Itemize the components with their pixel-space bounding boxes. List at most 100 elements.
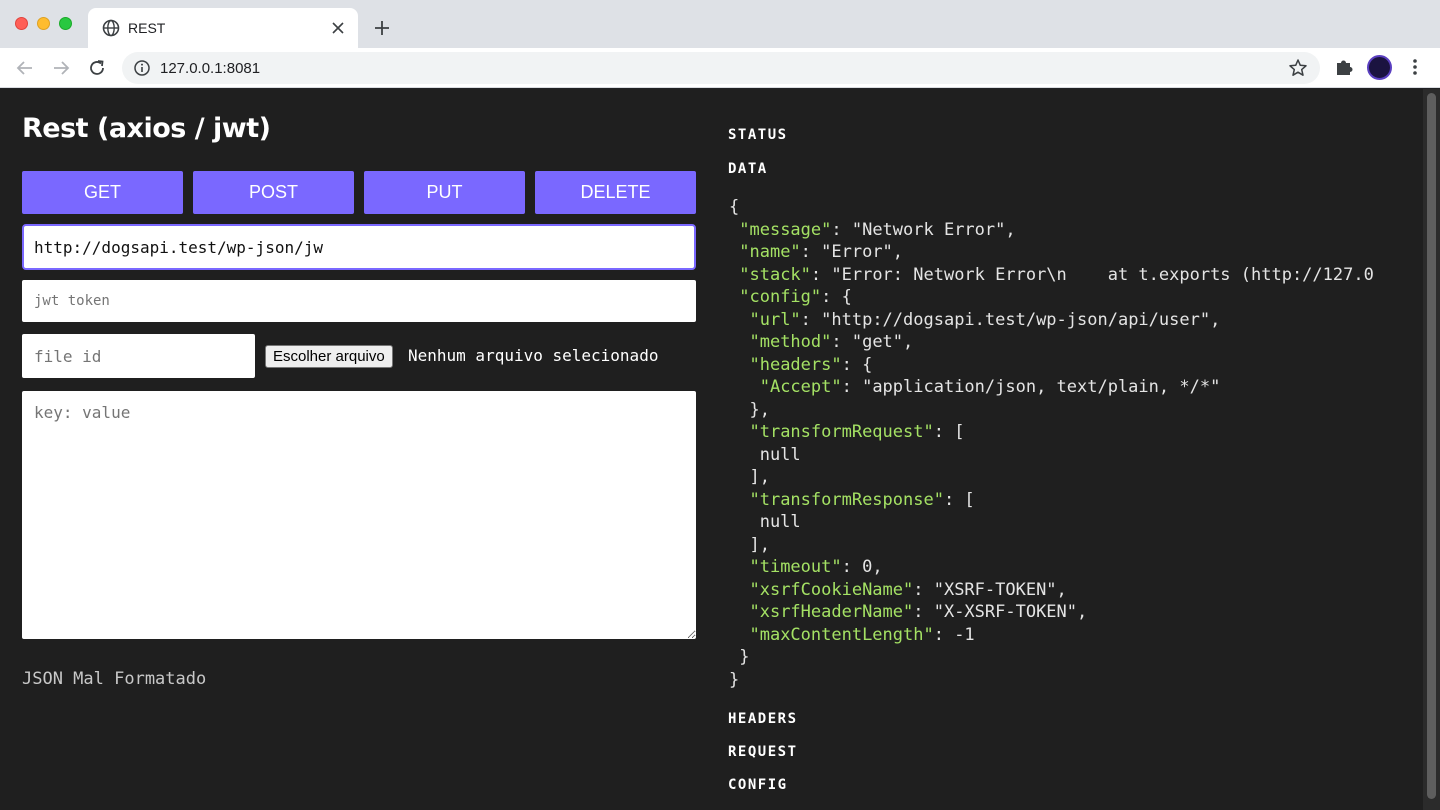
json-text bbox=[729, 377, 760, 397]
json-line: }, bbox=[729, 399, 1401, 422]
json-text bbox=[729, 310, 749, 330]
json-line: null bbox=[729, 444, 1401, 467]
browser-tab[interactable]: REST bbox=[88, 8, 358, 48]
put-button[interactable]: PUT bbox=[364, 171, 525, 214]
json-value: : { bbox=[841, 354, 873, 375]
json-line: { bbox=[729, 196, 1401, 219]
json-line: "xsrfCookieName": "XSRF-TOKEN", bbox=[729, 579, 1401, 602]
zoom-window-button[interactable] bbox=[59, 17, 72, 30]
plus-icon[interactable] bbox=[370, 16, 394, 40]
json-line: "url": "http://dogsapi.test/wp-json/api/… bbox=[729, 309, 1401, 332]
json-value: : { bbox=[821, 287, 852, 307]
json-text bbox=[729, 242, 739, 262]
choose-file-button[interactable]: Escolher arquivo bbox=[265, 345, 393, 368]
json-text bbox=[729, 625, 749, 645]
info-icon[interactable] bbox=[134, 60, 150, 76]
json-line: "stack": "Error: Network Error\n at t.ex… bbox=[729, 264, 1401, 287]
json-line: "timeout": 0, bbox=[729, 556, 1401, 579]
get-button[interactable]: GET bbox=[22, 171, 183, 214]
post-button[interactable]: POST bbox=[193, 171, 354, 214]
json-error-message: JSON Mal Formatado bbox=[22, 669, 207, 689]
arrow-right-icon[interactable] bbox=[49, 56, 73, 80]
json-value: : "X-XSRF-TOKEN", bbox=[913, 602, 1088, 622]
json-line: "transformResponse": [ bbox=[729, 489, 1401, 512]
json-key: "config" bbox=[739, 287, 822, 307]
kebab-menu-icon[interactable] bbox=[1404, 56, 1426, 78]
scrollbar-thumb[interactable] bbox=[1427, 93, 1436, 799]
json-text bbox=[729, 265, 739, 285]
json-line: "config": { bbox=[729, 286, 1401, 309]
headers-section-label[interactable]: HEADERS bbox=[728, 711, 798, 727]
json-value: : "Error: Network Error\n at t.exports (… bbox=[810, 264, 1374, 285]
json-key: "headers" bbox=[749, 354, 842, 375]
json-line: "Accept": "application/json, text/plain,… bbox=[729, 376, 1401, 399]
puzzle-icon[interactable] bbox=[1333, 56, 1355, 78]
json-key: "stack" bbox=[739, 264, 811, 285]
json-key: "method" bbox=[749, 332, 832, 352]
json-value: : "Error", bbox=[800, 242, 904, 262]
json-text bbox=[729, 355, 749, 375]
json-key: "timeout" bbox=[749, 557, 842, 577]
globe-icon bbox=[102, 19, 120, 37]
json-line: "message": "Network Error", bbox=[729, 219, 1401, 242]
star-icon[interactable] bbox=[1288, 58, 1308, 78]
close-icon[interactable] bbox=[328, 18, 348, 38]
json-key: "transformRequest" bbox=[749, 422, 934, 442]
json-text: null bbox=[729, 512, 801, 532]
json-value: : "get", bbox=[831, 332, 914, 352]
json-key: "url" bbox=[749, 309, 801, 330]
json-text bbox=[729, 490, 749, 510]
json-line: "method": "get", bbox=[729, 331, 1401, 354]
arrow-left-icon[interactable] bbox=[13, 56, 37, 80]
request-body-textarea[interactable] bbox=[22, 391, 696, 639]
json-text bbox=[729, 220, 739, 240]
json-line: } bbox=[729, 669, 1401, 692]
minimize-window-button[interactable] bbox=[37, 17, 50, 30]
delete-button[interactable]: DELETE bbox=[535, 171, 696, 214]
tab-title: REST bbox=[128, 20, 166, 36]
json-text: ], bbox=[729, 467, 770, 487]
browser-toolbar: 127.0.0.1:8081 bbox=[0, 48, 1440, 88]
json-line: "maxContentLength": -1 bbox=[729, 624, 1401, 647]
close-window-button[interactable] bbox=[15, 17, 28, 30]
jwt-token-input[interactable] bbox=[22, 280, 696, 322]
status-section-label[interactable]: STATUS bbox=[728, 127, 788, 143]
json-value: : [ bbox=[943, 489, 975, 510]
json-value: : "application/json, text/plain, */*" bbox=[841, 377, 1221, 397]
avatar[interactable] bbox=[1367, 55, 1392, 80]
address-bar[interactable]: 127.0.0.1:8081 bbox=[122, 52, 1320, 84]
json-line: "name": "Error", bbox=[729, 241, 1401, 264]
json-text: null bbox=[729, 444, 801, 465]
json-key: "xsrfHeaderName" bbox=[749, 602, 914, 622]
json-key: "Accept" bbox=[759, 377, 842, 397]
json-key: "maxContentLength" bbox=[749, 624, 934, 645]
json-text: } bbox=[729, 647, 750, 667]
no-file-selected-text: Nenhum arquivo selecionado bbox=[408, 346, 659, 365]
page-scrollbar[interactable] bbox=[1423, 89, 1440, 810]
request-section-label[interactable]: REQUEST bbox=[728, 744, 798, 760]
reload-icon[interactable] bbox=[85, 56, 109, 80]
config-section-label[interactable]: CONFIG bbox=[728, 777, 788, 793]
file-id-input[interactable] bbox=[22, 334, 255, 378]
json-line: "transformRequest": [ bbox=[729, 421, 1401, 444]
json-value: : "Network Error", bbox=[831, 219, 1016, 240]
json-value: : "XSRF-TOKEN", bbox=[913, 579, 1067, 600]
json-text bbox=[729, 602, 749, 622]
address-url: 127.0.0.1:8081 bbox=[160, 60, 261, 77]
json-text bbox=[729, 580, 749, 600]
json-value: : 0, bbox=[841, 557, 883, 577]
data-section-label[interactable]: DATA bbox=[728, 161, 768, 177]
url-input[interactable] bbox=[22, 224, 696, 270]
json-text bbox=[729, 422, 749, 442]
json-text bbox=[729, 332, 749, 352]
json-text: }, bbox=[729, 399, 770, 420]
json-text: { bbox=[729, 197, 740, 217]
json-key: "xsrfCookieName" bbox=[749, 579, 914, 600]
json-line: null bbox=[729, 511, 1401, 534]
json-line: ], bbox=[729, 534, 1401, 557]
json-key: "transformResponse" bbox=[749, 489, 944, 510]
json-key: "name" bbox=[739, 242, 801, 262]
json-value: : -1 bbox=[933, 624, 975, 645]
json-text bbox=[729, 557, 749, 577]
json-line: "headers": { bbox=[729, 354, 1401, 377]
